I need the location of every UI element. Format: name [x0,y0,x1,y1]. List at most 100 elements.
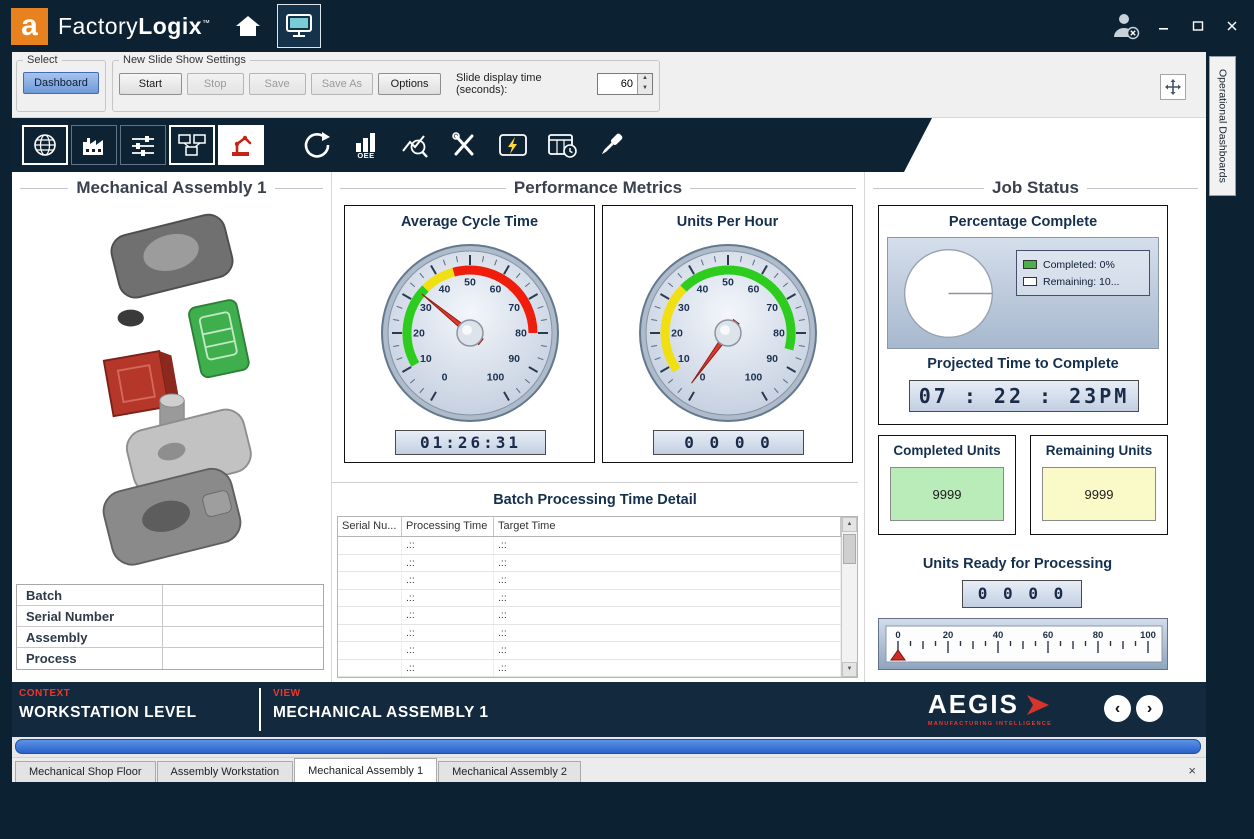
horizontal-scrollbar-thumb[interactable] [15,739,1201,754]
header-line [20,188,68,189]
average-cycle-time-gauge: 0102030405060708090100 [370,233,570,433]
svg-text:40: 40 [439,283,451,295]
table-row[interactable]: .:: .:: [338,572,841,590]
slide-time-input[interactable] [598,74,637,94]
completion-pie-chart [900,245,997,342]
save-as-button[interactable]: Save As [311,73,374,95]
scroll-down-icon[interactable]: ▼ [842,662,857,677]
pie-legend: Completed: 0% Remaining: 10... [1016,250,1150,296]
options-button[interactable]: Options [378,73,441,95]
cell-target-time: .:: [494,590,841,607]
svg-text:10: 10 [420,353,432,365]
schedule-view-button[interactable] [538,123,586,167]
dashboard-content: Mechanical Assembly 1 [12,172,1206,682]
scrollbar-thumb[interactable] [843,534,856,564]
save-button[interactable]: Save [249,73,306,95]
svg-text:10: 10 [678,353,690,365]
cell-serial [338,625,402,642]
aegis-logo: AEGIS MANUFACTURING INTELLIGENCE [905,689,1075,727]
table-row[interactable]: .:: .:: [338,625,841,643]
cell-processing-time: .:: [402,572,494,589]
dashboards-view-button[interactable] [277,4,321,48]
brand-regular: Factory [58,13,138,39]
operational-dashboards-tab[interactable]: Operational Dashboards [1209,56,1236,196]
table-row[interactable]: .:: .:: [338,537,841,555]
dashboard-button[interactable]: Dashboard [23,72,99,94]
global-dashboard-button[interactable] [22,125,68,165]
title-bar: a FactoryLogix™ [0,0,1254,52]
oee-view-button[interactable]: OEE [342,123,390,167]
context-block: CONTEXT WORKSTATION LEVEL [19,688,197,722]
center-panel-title: Performance Metrics [514,178,682,198]
info-row-label: Serial Number [17,606,163,626]
header-line [275,188,323,189]
svg-text:40: 40 [993,630,1004,641]
stop-button[interactable]: Stop [187,73,244,95]
table-row[interactable]: .:: .:: [338,642,841,660]
cell-serial [338,572,402,589]
cycle-time-view-button[interactable] [293,123,341,167]
maximize-button[interactable] [1188,16,1208,36]
assembly-exploded-view-image [22,198,322,573]
svg-text:0: 0 [895,630,900,641]
previous-slide-button[interactable]: ‹ [1104,695,1131,722]
power-view-button[interactable] [489,123,537,167]
tab-mechanical-assembly-2[interactable]: Mechanical Assembly 2 [438,761,581,782]
tools-setup-view-button[interactable] [587,123,635,167]
home-button[interactable] [233,12,263,40]
close-button[interactable] [1222,16,1242,36]
spinner-down-icon[interactable]: ▼ [638,84,652,94]
table-row[interactable]: .:: .:: [338,660,841,678]
factory-dashboard-button[interactable] [71,125,117,165]
select-group: Select Dashboard [16,54,106,112]
cell-serial [338,555,402,572]
titlebar-right-controls [1110,0,1242,52]
average-cycle-time-panel: Average Cycle Time 01020304050607080901 [344,205,595,463]
tab-mechanical-assembly-1[interactable]: Mechanical Assembly 1 [294,758,437,782]
cell-target-time: .:: [494,572,841,589]
user-logout-button[interactable] [1110,11,1140,41]
gauges-row: Average Cycle Time 01020304050607080901 [344,205,853,463]
spinner-up-icon[interactable]: ▲ [638,74,652,84]
info-row-label: Batch [17,585,163,605]
dashboard-tab-bar: Mechanical Shop Floor Assembly Workstati… [12,757,1206,782]
robot-dashboard-button[interactable] [218,125,264,165]
aegis-logo-subtext: MANUFACTURING INTELLIGENCE [928,721,1052,727]
units-ready-gauge-panel: 020406080100 [878,618,1168,670]
horizontal-scrollbar-track [12,737,1206,757]
next-slide-button[interactable]: › [1136,695,1163,722]
chart-analysis-view-button[interactable] [391,123,439,167]
scroll-up-icon[interactable]: ▲ [842,517,857,532]
minimize-icon [1158,20,1170,32]
tab-close-icon[interactable]: × [1188,763,1196,778]
column-header-processing-time[interactable]: Processing Time [402,517,494,536]
svg-text:20: 20 [671,328,683,340]
workstation-dashboard-button[interactable] [169,125,215,165]
maintenance-view-button[interactable] [440,123,488,167]
tab-mechanical-shop-floor[interactable]: Mechanical Shop Floor [15,761,156,782]
move-dashboard-button[interactable] [1160,74,1186,100]
center-panel-header: Performance Metrics [340,178,856,198]
screwdriver-icon [595,129,627,161]
cell-serial [338,660,402,677]
column-header-serial[interactable]: Serial Nu... [338,517,402,536]
svg-text:70: 70 [508,302,520,314]
line-dashboard-button[interactable] [120,125,166,165]
header-line [873,188,984,189]
legend-row: Remaining: 10... [1023,273,1143,290]
job-status-panel: Job Status Percentage Complete [865,172,1206,682]
table-row[interactable]: .:: .:: [338,607,841,625]
batch-table-scrollbar[interactable]: ▲ ▼ [841,517,857,677]
start-button[interactable]: Start [119,73,182,95]
column-header-target-time[interactable]: Target Time [494,517,841,536]
svg-text:90: 90 [766,353,778,365]
table-row[interactable]: .:: .:: [338,590,841,608]
aegis-arrow-icon [1024,692,1052,718]
logo-letter: a [21,9,38,43]
view-label: VIEW [273,688,488,699]
svg-text:0: 0 [442,372,448,384]
minimize-button[interactable] [1154,16,1174,36]
tab-assembly-workstation[interactable]: Assembly Workstation [157,761,294,782]
right-panel-header: Job Status [873,178,1198,198]
table-row[interactable]: .:: .:: [338,555,841,573]
